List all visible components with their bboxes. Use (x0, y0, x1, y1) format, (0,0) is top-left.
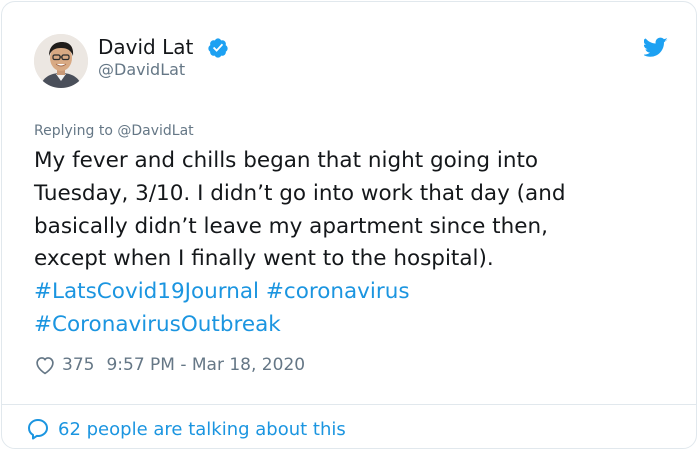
speech-bubble-icon (28, 419, 48, 440)
tweet-card: David Lat @DavidLat Replying to @DavidLa… (1, 1, 697, 449)
hashtag-line: #CoronavirusOutbreak (34, 309, 674, 342)
conversation-count-text[interactable]: 62 people are talking about this (58, 419, 346, 440)
tweet-body: My fever and chills began that night goi… (34, 145, 674, 342)
reply-context[interactable]: Replying to @DavidLat (34, 121, 194, 141)
heart-icon[interactable] (34, 354, 56, 376)
tweet-text-line: Tuesday, 3/10. I didn’t go into work tha… (34, 180, 566, 206)
conversation-link[interactable]: 62 people are talking about this (26, 415, 346, 443)
tweet-text-line: basically didn’t leave my apartment sinc… (34, 213, 548, 239)
hashtag-line: #LatsCovid19Journal #coronavirus (34, 276, 674, 309)
divider (2, 404, 696, 405)
hashtag-coronavirus[interactable]: #coronavirus (266, 279, 410, 304)
tweet-meta: 375 9:57 PM - Mar 18, 2020 (34, 353, 305, 377)
tweet-text-line: My fever and chills began that night goi… (34, 148, 539, 173)
avatar[interactable] (34, 34, 88, 88)
hashtag-coronavirus-outbreak[interactable]: #CoronavirusOutbreak (34, 312, 281, 337)
user-avatar-photo (34, 34, 88, 88)
hashtag-lats-covid19-journal[interactable]: #LatsCovid19Journal (34, 279, 259, 304)
tweet-text-line: except when I finally went to the hospit… (34, 246, 494, 272)
twitter-bird-icon[interactable] (644, 36, 668, 58)
tweet-timestamp[interactable]: 9:57 PM - Mar 18, 2020 (106, 355, 305, 375)
author-display-name[interactable]: David Lat (98, 34, 193, 60)
verified-badge-icon (208, 38, 228, 58)
author-handle[interactable]: @DavidLat (98, 60, 185, 80)
like-count[interactable]: 375 (62, 355, 94, 375)
